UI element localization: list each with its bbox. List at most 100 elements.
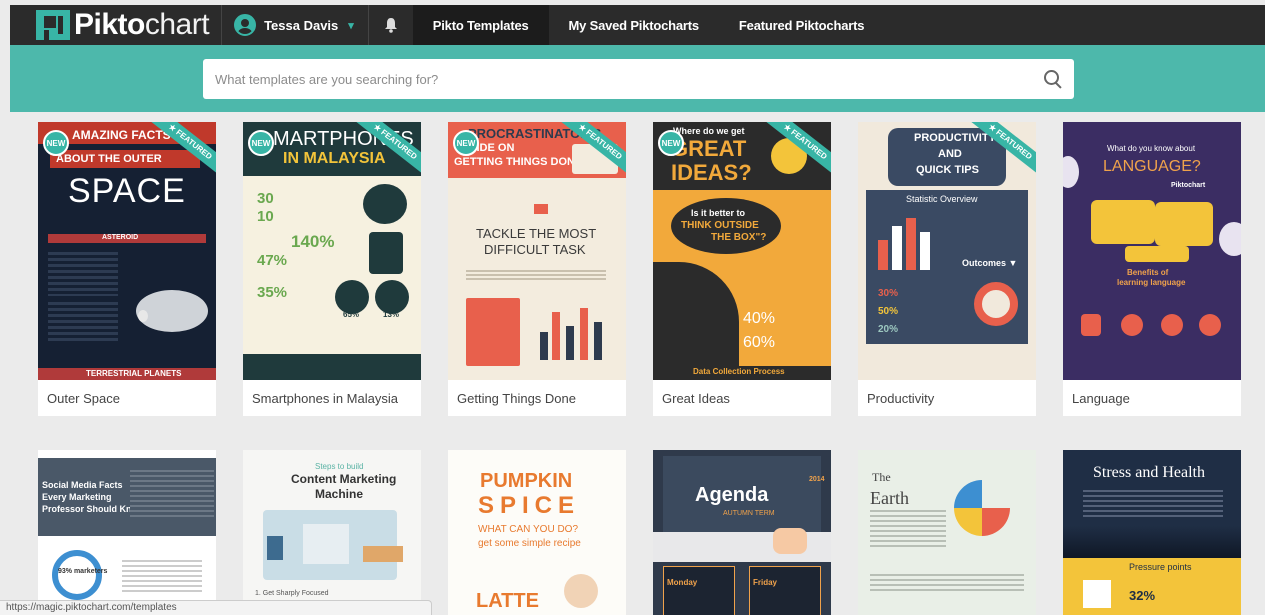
template-thumbnail[interactable]: Social Media Facts Every Marketing Profe… (38, 450, 216, 615)
template-card-stress-health[interactable]: Stress and Health Pressure points 32% (1063, 450, 1241, 615)
thumb-text: 2014 (809, 476, 825, 483)
template-title[interactable]: Language (1063, 380, 1241, 416)
user-avatar-icon (234, 14, 257, 36)
template-card-pumpkin-spice[interactable]: PUMPKIN SPICE WHAT CAN YOU DO? get some … (448, 450, 626, 615)
thumb-text: Steps to build (315, 462, 364, 471)
thumb-text: get some simple recipe (478, 538, 581, 549)
new-badge: NEW (453, 130, 479, 156)
template-thumbnail[interactable]: Stress and Health Pressure points 32% (1063, 450, 1241, 615)
template-thumbnail[interactable]: PUMPKIN SPICE WHAT CAN YOU DO? get some … (448, 450, 626, 615)
template-card-social-media[interactable]: Social Media Facts Every Marketing Profe… (38, 450, 216, 615)
thumb-text: Friday (753, 578, 778, 587)
search-input[interactable] (215, 71, 1044, 87)
thumb-text: GETTING THINGS DONE (454, 156, 583, 168)
thumb-text: What do you know about (1107, 144, 1196, 153)
thumb-text: 50% (878, 306, 899, 317)
thumb-text: SPACE (68, 172, 186, 210)
template-card-productivity[interactable]: ★ FEATURED PRODUCTIVITY AND QUICK TIPS S… (858, 122, 1036, 416)
thumb-text: 1. Get Sharply Focused (255, 590, 329, 597)
template-title[interactable]: Getting Things Done (448, 380, 626, 416)
logo-mark-icon (36, 10, 70, 40)
thumb-text: AMAZING FACTS (72, 128, 171, 142)
thumb-text: 140% (291, 232, 335, 251)
template-card-great-ideas[interactable]: NEW ★ FEATURED Where do we get GREAT IDE… (653, 122, 831, 416)
template-card-the-earth[interactable]: The Earth (858, 450, 1036, 615)
template-thumbnail[interactable]: The Earth (858, 450, 1036, 615)
thumb-text: AND (938, 148, 962, 160)
thumb-text: Monday (667, 578, 698, 587)
template-thumbnail[interactable]: NEW ★ FEATURED Where do we get GREAT IDE… (653, 122, 831, 380)
thumb-text: Is it better to (691, 208, 746, 218)
new-badge: NEW (43, 130, 69, 156)
thumb-text: 13% (383, 310, 400, 319)
piktochart-logo[interactable]: Piktochart (10, 5, 221, 45)
template-thumbnail[interactable]: Steps to build Content Marketing Machine… (243, 450, 421, 615)
template-thumbnail[interactable]: ★ FEATURED PRODUCTIVITY AND QUICK TIPS S… (858, 122, 1036, 380)
thumb-text: IDEAS? (671, 160, 752, 185)
thumb-text: 20% (878, 324, 899, 335)
thumb-text: learning language (1117, 278, 1186, 287)
thumb-text: The (872, 470, 891, 484)
template-title[interactable]: Productivity (858, 380, 1036, 416)
chevron-down-icon: ▾ (348, 19, 354, 32)
thumb-text: Data Collection Process (693, 367, 785, 376)
search-icon[interactable] (1044, 70, 1062, 88)
thumb-text: 10 (257, 208, 274, 225)
new-badge: NEW (248, 130, 274, 156)
thumb-text: Stress and Health (1093, 464, 1205, 481)
user-name: Tessa Davis (264, 17, 339, 33)
template-thumbnail[interactable]: Agenda AUTUMN TERM 2014 Monday Friday (653, 450, 831, 615)
thumb-text: TERRESTRIAL PLANETS (86, 369, 182, 378)
template-title[interactable]: Outer Space (38, 380, 216, 416)
template-card-getting-things-done[interactable]: NEW ★ FEATURED PROCRASTINATOR'S GUIDE ON… (448, 122, 626, 416)
thumb-text: 35% (257, 284, 288, 301)
thumb-text: Benefits of (1127, 268, 1169, 277)
search-band (10, 45, 1265, 112)
thumb-text: 30% (878, 288, 899, 299)
template-thumbnail[interactable]: NEW ★ FEATURED PROCRASTINATOR'S GUIDE ON… (448, 122, 626, 380)
template-card-smartphones[interactable]: NEW ★ FEATURED MARTPHONES IN MALAYSIA 30… (243, 122, 421, 416)
thumb-text: TACKLE THE MOST (476, 226, 597, 241)
thumb-text: Agenda (695, 484, 769, 506)
thumb-text: 30 (257, 190, 274, 207)
search-box (203, 59, 1074, 99)
thumb-text: THINK OUTSIDE (681, 220, 759, 231)
top-nav: Piktochart Tessa Davis ▾ Pikto Templates… (10, 5, 1265, 45)
tab-featured-piktocharts[interactable]: Featured Piktocharts (719, 5, 884, 45)
thumb-text: LANGUAGE? (1103, 158, 1201, 175)
thumb-text: THE BOX"? (711, 232, 767, 243)
thumb-text: Outcomes ▼ (962, 258, 1018, 268)
template-card-outer-space[interactable]: NEW ★ FEATURED AMAZING FACTS ABOUT THE O… (38, 122, 216, 416)
thumb-text: Professor Should Know (42, 504, 145, 514)
status-bar-url: https://magic.piktochart.com/templates (0, 600, 432, 615)
tab-my-saved-piktocharts[interactable]: My Saved Piktocharts (549, 5, 719, 45)
thumb-text: WHAT CAN YOU DO? (478, 524, 579, 535)
thumb-text: PRODUCTIVITY (914, 132, 996, 144)
thumb-text: ASTEROID (102, 234, 139, 241)
thumb-text: Statistic Overview (906, 194, 978, 204)
template-card-language[interactable]: What do you know about LANGUAGE? Piktoch… (1063, 122, 1241, 416)
template-thumbnail[interactable]: What do you know about LANGUAGE? Piktoch… (1063, 122, 1241, 380)
template-card-agenda[interactable]: Agenda AUTUMN TERM 2014 Monday Friday (653, 450, 831, 615)
bell-icon[interactable] (369, 5, 413, 45)
template-thumbnail[interactable]: NEW ★ FEATURED MARTPHONES IN MALAYSIA 30… (243, 122, 421, 380)
thumb-text: Piktochart (1171, 182, 1206, 189)
thumb-text: DIFFICULT TASK (484, 242, 586, 257)
new-badge: NEW (658, 130, 684, 156)
thumb-text: LATTE (476, 590, 539, 612)
thumb-text: 93% marketers (58, 568, 108, 575)
template-title[interactable]: Great Ideas (653, 380, 831, 416)
thumb-text: Every Marketing (42, 492, 112, 502)
thumb-text: 65% (343, 310, 360, 319)
thumb-text: AUTUMN TERM (723, 510, 775, 517)
tab-pikto-templates[interactable]: Pikto Templates (412, 5, 549, 45)
thumb-text: 32% (1129, 588, 1156, 603)
thumb-text: 40% (743, 310, 776, 327)
template-card-content-marketing[interactable]: Steps to build Content Marketing Machine… (243, 450, 421, 615)
thumb-text: Content Marketing (291, 472, 397, 486)
thumb-text: Pressure points (1129, 562, 1192, 572)
template-title[interactable]: Smartphones in Malaysia (243, 380, 421, 416)
user-menu[interactable]: Tessa Davis ▾ (222, 5, 368, 45)
template-thumbnail[interactable]: NEW ★ FEATURED AMAZING FACTS ABOUT THE O… (38, 122, 216, 380)
thumb-text: Social Media Facts (42, 480, 123, 490)
